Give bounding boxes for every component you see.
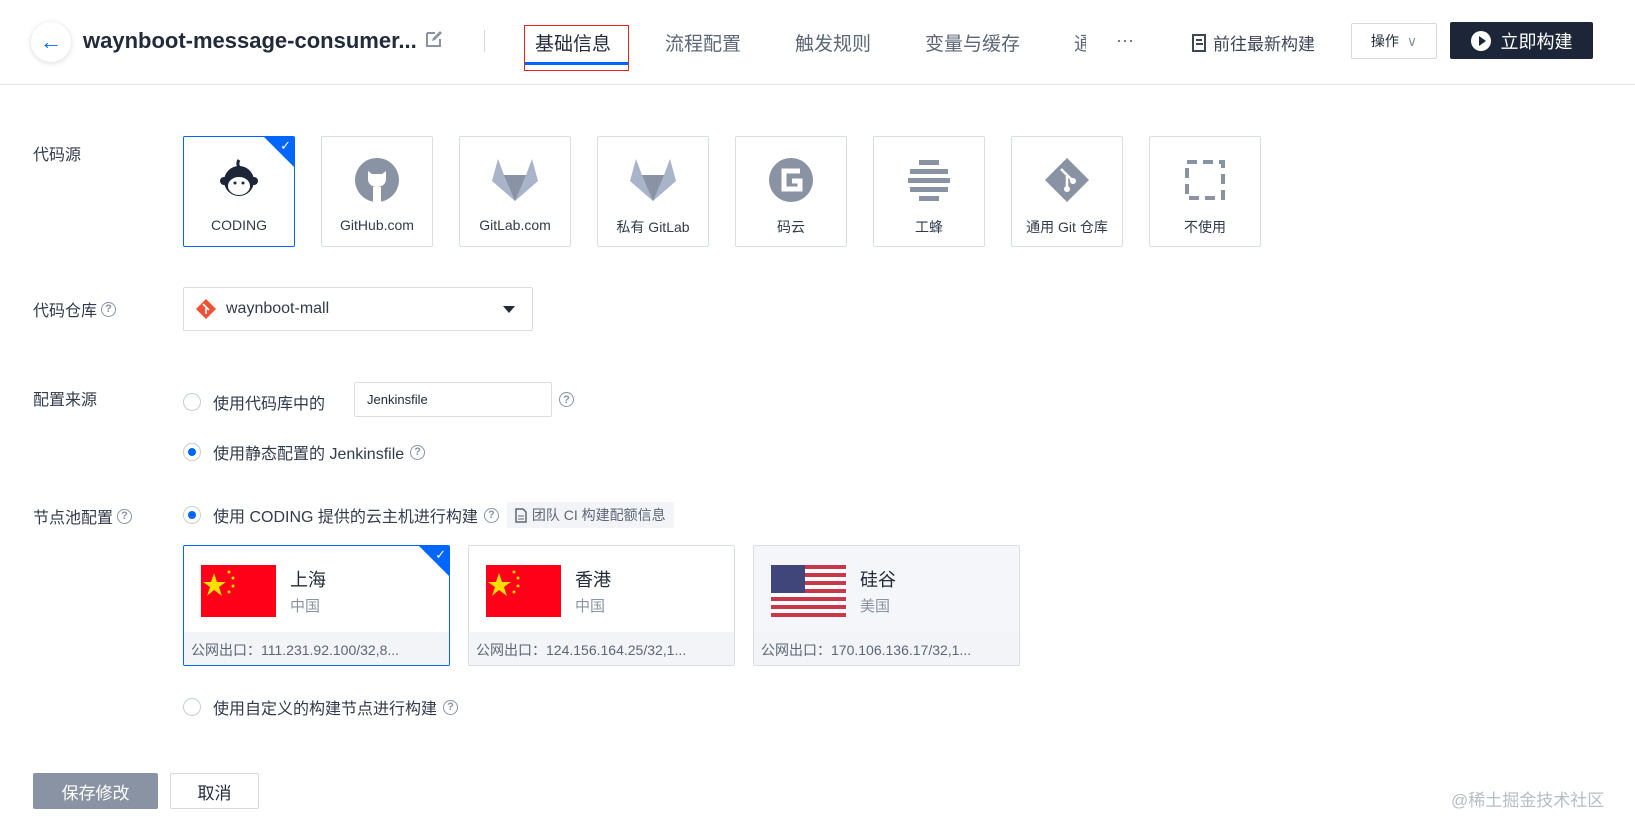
node-egress: 公网出口：124.156.164.25/32,1... bbox=[469, 632, 734, 665]
node-city: 上海 bbox=[290, 570, 326, 590]
check-icon: ✓ bbox=[280, 138, 291, 153]
node-pool-label-text: 节点池配置 bbox=[33, 510, 114, 527]
chevron-down-icon: ∨ bbox=[1406, 32, 1418, 49]
git-repo-icon bbox=[196, 299, 216, 319]
code-source-label-text: 代码源 bbox=[33, 147, 82, 164]
source-name: GitHub.com bbox=[340, 217, 414, 233]
node-option-coding-label: 使用 CODING 提供的云主机进行构建 bbox=[213, 509, 478, 526]
radio-coding-cloud[interactable] bbox=[183, 506, 201, 524]
config-option-static-label: 使用静态配置的 Jenkinsfile bbox=[213, 446, 405, 463]
help-icon[interactable]: ? bbox=[443, 699, 459, 715]
source-gitee[interactable]: 码云 bbox=[735, 136, 847, 247]
node-option-custom-label: 使用自定义的构建节点进行构建 bbox=[213, 701, 438, 718]
node-egress: 公网出口：170.106.136.17/32,1... bbox=[754, 632, 1019, 665]
top-bar: ← waynboot-message-consumer... 基础信息 流程配置… bbox=[0, 0, 1635, 85]
document-icon bbox=[515, 507, 527, 523]
repo-label: 代码仓库? bbox=[33, 297, 117, 321]
pipeline-title: waynboot-message-consumer... bbox=[83, 28, 417, 53]
git-icon bbox=[1045, 158, 1089, 202]
watermark: @稀土掘金技术社区 bbox=[1451, 791, 1605, 810]
repo-select[interactable]: waynboot-mall bbox=[183, 287, 533, 331]
source-name: 私有 GitLab bbox=[616, 219, 690, 235]
help-icon[interactable]: ? bbox=[101, 301, 117, 317]
node-option-custom[interactable]: 使用自定义的构建节点进行构建 ? bbox=[183, 695, 459, 719]
source-none[interactable]: 不使用 bbox=[1149, 136, 1261, 247]
source-coding[interactable]: ✓ CODING bbox=[183, 136, 295, 247]
help-icon[interactable]: ? bbox=[483, 507, 499, 523]
node-shanghai[interactable]: 上海 中国 ✓ 公网出口：111.231.92.100/32,8... bbox=[183, 545, 450, 666]
help-icon[interactable]: ? bbox=[410, 444, 426, 460]
more-tabs-button[interactable]: ··· bbox=[1116, 30, 1134, 51]
tgit-icon bbox=[908, 160, 950, 201]
node-egress: 公网出口：111.231.92.100/32,8... bbox=[184, 632, 449, 665]
tab-notify[interactable]: 通 bbox=[1074, 29, 1086, 56]
node-option-coding[interactable]: 使用 CODING 提供的云主机进行构建 ? 团队 CI 构建配额信息 bbox=[183, 502, 674, 528]
china-flag-icon bbox=[486, 565, 561, 617]
node-country: 中国 bbox=[575, 598, 606, 615]
source-name: 码云 bbox=[777, 219, 805, 235]
check-icon: ✓ bbox=[435, 547, 446, 562]
repo-label-text: 代码仓库 bbox=[33, 303, 98, 320]
source-gitlab[interactable]: GitLab.com bbox=[459, 136, 571, 247]
source-github[interactable]: GitHub.com bbox=[321, 136, 433, 247]
jenkinsfile-path-input[interactable]: Jenkinsfile bbox=[354, 382, 552, 417]
config-source-label: 配置来源 bbox=[33, 386, 97, 410]
source-generic-git[interactable]: 通用 Git 仓库 bbox=[1011, 136, 1123, 247]
caret-down-icon bbox=[503, 306, 515, 313]
config-option-repo-label: 使用代码库中的 bbox=[213, 396, 326, 413]
quota-info-link[interactable]: 团队 CI 构建配额信息 bbox=[506, 502, 674, 528]
source-name: 工蜂 bbox=[915, 219, 943, 235]
source-private-gitlab[interactable]: 私有 GitLab bbox=[597, 136, 709, 247]
operations-dropdown[interactable]: 操作 ∨ bbox=[1351, 23, 1437, 59]
operations-label: 操作 bbox=[1370, 33, 1399, 49]
latest-build-label: 前往最新构建 bbox=[1213, 35, 1315, 54]
play-icon bbox=[1470, 30, 1491, 51]
node-pool-label: 节点池配置? bbox=[33, 504, 133, 528]
code-source-label: 代码源 bbox=[33, 141, 81, 165]
config-option-static[interactable]: 使用静态配置的 Jenkinsfile ? bbox=[183, 440, 426, 464]
node-city: 香港 bbox=[575, 570, 611, 590]
radio-custom-nodes[interactable] bbox=[183, 698, 201, 716]
cancel-button[interactable]: 取消 bbox=[170, 773, 259, 809]
gitlab-icon bbox=[630, 159, 676, 201]
help-icon[interactable]: ? bbox=[117, 508, 133, 524]
gitee-icon bbox=[769, 158, 813, 202]
node-silicon-valley[interactable]: 硅谷 美国 公网出口：170.106.136.17/32,1... bbox=[753, 545, 1020, 666]
latest-build-link[interactable]: 前往最新构建 bbox=[1192, 30, 1315, 55]
tab-flow-config[interactable]: 流程配置 bbox=[665, 29, 741, 56]
back-button[interactable]: ← bbox=[31, 22, 71, 62]
dashed-square-icon bbox=[1185, 160, 1225, 200]
github-icon bbox=[355, 158, 399, 202]
quota-info-label: 团队 CI 构建配额信息 bbox=[531, 507, 666, 523]
us-flag-icon bbox=[771, 565, 846, 617]
source-name: GitLab.com bbox=[479, 217, 551, 233]
build-now-button[interactable]: 立即构建 bbox=[1450, 22, 1593, 59]
node-city: 硅谷 bbox=[860, 570, 896, 590]
source-tgit[interactable]: 工蜂 bbox=[873, 136, 985, 247]
edit-icon[interactable] bbox=[425, 30, 443, 48]
source-name: 通用 Git 仓库 bbox=[1026, 219, 1108, 235]
gitlab-icon bbox=[492, 159, 538, 201]
config-source-label-text: 配置来源 bbox=[33, 392, 98, 409]
radio-repo-jenkinsfile[interactable] bbox=[183, 393, 201, 411]
config-option-repo[interactable]: 使用代码库中的 bbox=[183, 390, 325, 414]
active-tab-indicator bbox=[525, 62, 628, 65]
arrow-left-icon: ← bbox=[40, 29, 62, 54]
save-button[interactable]: 保存修改 bbox=[33, 773, 158, 809]
tab-variables-cache[interactable]: 变量与缓存 bbox=[925, 29, 1020, 56]
divider bbox=[484, 30, 485, 52]
node-hongkong[interactable]: 香港 中国 公网出口：124.156.164.25/32,1... bbox=[468, 545, 735, 666]
node-country: 中国 bbox=[290, 598, 321, 615]
radio-static-jenkinsfile[interactable] bbox=[183, 443, 201, 461]
source-name: 不使用 bbox=[1184, 219, 1226, 235]
repo-value: waynboot-mall bbox=[226, 300, 330, 317]
coding-monkey-icon bbox=[220, 159, 258, 196]
document-arrow-icon bbox=[1192, 33, 1206, 52]
build-now-label: 立即构建 bbox=[1500, 31, 1573, 52]
help-icon[interactable]: ? bbox=[559, 392, 574, 407]
tab-trigger-rules[interactable]: 触发规则 bbox=[795, 29, 871, 56]
source-name: CODING bbox=[211, 217, 267, 233]
china-flag-icon bbox=[201, 565, 276, 617]
node-country: 美国 bbox=[860, 598, 891, 615]
